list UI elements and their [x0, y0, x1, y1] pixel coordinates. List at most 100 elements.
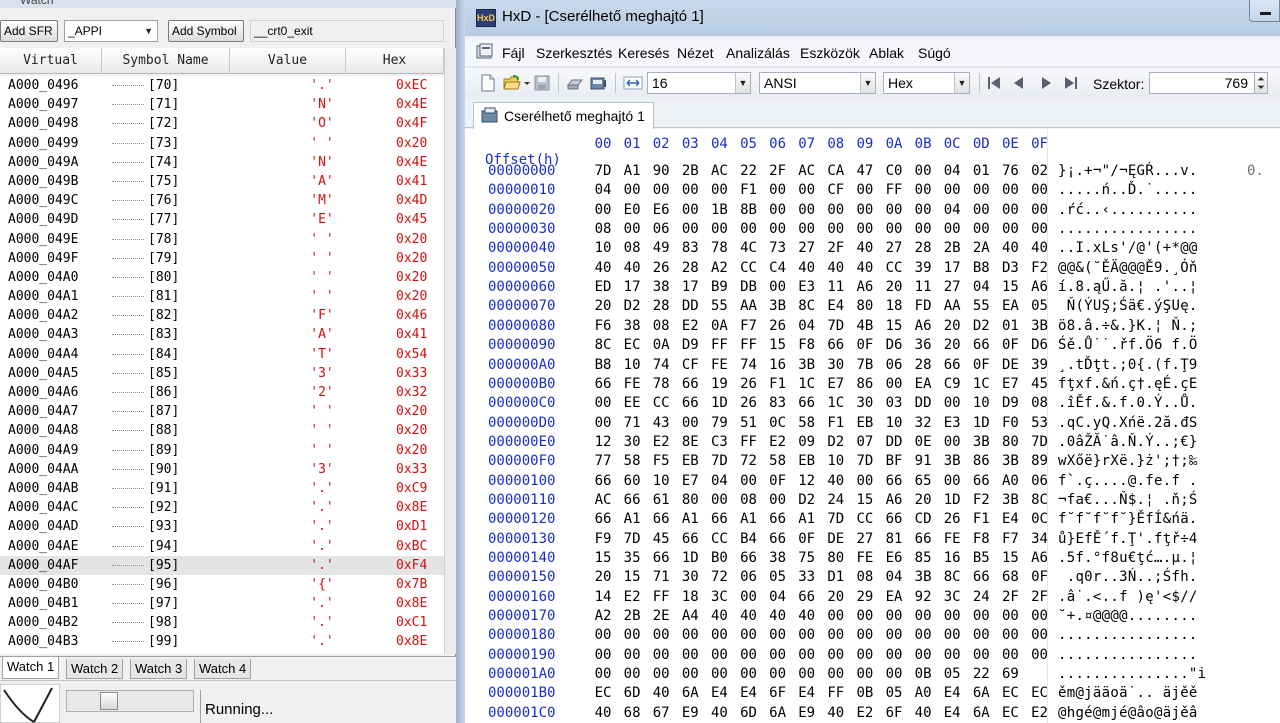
hex-byte[interactable]: 15	[855, 492, 875, 508]
hex-row-text[interactable]: .0âŽĂ˙â.Ň.Ý..;€}	[1058, 434, 1198, 450]
watch-row[interactable]: A000_04A1 [81] ' ' 0x20	[0, 287, 444, 306]
chevron-down-icon[interactable]	[522, 74, 532, 92]
hex-byte[interactable]: E2	[622, 589, 642, 605]
hex-byte[interactable]: CD	[913, 511, 933, 527]
chevron-down-icon[interactable]: ▼	[735, 73, 750, 93]
hex-byte[interactable]: 3B	[942, 453, 962, 469]
hex-byte[interactable]: 91	[913, 453, 933, 469]
watch-row[interactable]: A000_04AA [90] '3' 0x33	[0, 460, 444, 479]
hex-byte[interactable]: 00	[622, 627, 642, 643]
hex-row-text[interactable]: Ň(ÝUŞ;Śä€.ýŞUę.	[1058, 298, 1198, 314]
tab-watch-4[interactable]: Watch 4	[194, 659, 252, 679]
new-file-icon[interactable]	[479, 74, 497, 92]
hex-byte[interactable]: 17	[680, 279, 700, 295]
hex-byte[interactable]: CC	[855, 511, 875, 527]
hex-byte[interactable]: 0C	[768, 415, 788, 431]
hex-byte[interactable]: 00	[680, 647, 700, 663]
hex-byte[interactable]: 77	[593, 453, 613, 469]
hex-byte[interactable]: F1	[768, 376, 788, 392]
hex-byte[interactable]: 00	[768, 182, 788, 198]
hex-byte[interactable]: 73	[768, 240, 788, 256]
hex-byte[interactable]: 00	[1030, 647, 1050, 663]
watch-row[interactable]: A000_04B1 [97] '.' 0x8E	[0, 594, 444, 613]
last-sector-icon[interactable]	[1062, 74, 1080, 92]
hex-byte[interactable]: 7B	[855, 357, 875, 373]
chevron-down-icon[interactable]: ▼	[860, 73, 875, 93]
hex-byte[interactable]: 00	[709, 647, 729, 663]
hex-byte[interactable]: 00	[739, 627, 759, 643]
hex-row-text[interactable]: fţxf.&ń.ç†.ęÉ.çE	[1058, 376, 1198, 392]
menu-help[interactable]: Súgó	[918, 45, 951, 61]
symbol-combo[interactable]: __crt0_exit	[250, 20, 444, 42]
previous-sector-icon[interactable]	[1010, 74, 1028, 92]
hex-byte[interactable]: 06	[884, 357, 904, 373]
hex-byte[interactable]: 08	[739, 492, 759, 508]
hex-byte[interactable]: 40	[1030, 240, 1050, 256]
hex-byte[interactable]: 00	[739, 221, 759, 237]
hex-byte[interactable]: F2	[1030, 260, 1050, 276]
hex-byte[interactable]: BF	[884, 453, 904, 469]
hex-row-text[interactable]: ................	[1058, 627, 1198, 643]
hex-byte[interactable]: DD	[884, 434, 904, 450]
hex-byte[interactable]: 10	[884, 415, 904, 431]
hex-byte[interactable]: 00	[739, 589, 759, 605]
hex-byte[interactable]: 03	[884, 395, 904, 411]
hex-byte[interactable]: 66	[913, 531, 933, 547]
hex-byte[interactable]: 00	[913, 202, 933, 218]
hex-byte[interactable]: C3	[709, 434, 729, 450]
hex-row-text[interactable]: ..............."i	[1058, 666, 1206, 682]
hex-byte[interactable]: 43	[651, 415, 671, 431]
hex-byte[interactable]: EC	[1030, 685, 1050, 701]
hex-byte[interactable]: E7	[1000, 376, 1020, 392]
first-sector-icon[interactable]	[985, 74, 1003, 92]
hex-byte[interactable]: EA	[1000, 298, 1020, 314]
hex-byte[interactable]: FE	[942, 531, 962, 547]
hex-byte[interactable]: E7	[826, 376, 846, 392]
hex-byte[interactable]: 04	[709, 473, 729, 489]
hex-byte[interactable]: 69	[1000, 666, 1020, 682]
hex-byte[interactable]: 00	[884, 647, 904, 663]
hex-byte[interactable]: 40	[768, 608, 788, 624]
hex-byte[interactable]: 66	[971, 337, 991, 353]
watch-row[interactable]: A000_04A9 [89] ' ' 0x20	[0, 441, 444, 460]
hex-byte[interactable]: D6	[1030, 337, 1050, 353]
hex-byte[interactable]: 39	[913, 260, 933, 276]
hex-byte[interactable]: 15	[622, 569, 642, 585]
hex-byte[interactable]: B8	[593, 357, 613, 373]
add-symbol-button[interactable]: Add Symbol	[168, 20, 244, 42]
hex-byte[interactable]: FF	[826, 685, 846, 701]
hex-byte[interactable]: 3B	[1000, 453, 1020, 469]
hex-byte[interactable]: 20	[593, 298, 613, 314]
hex-byte[interactable]: 00	[884, 627, 904, 643]
hex-byte[interactable]: 60	[622, 473, 642, 489]
hex-byte[interactable]: 00	[1000, 647, 1020, 663]
hex-byte[interactable]: A1	[797, 511, 817, 527]
hex-byte[interactable]: F9	[593, 531, 613, 547]
hex-byte[interactable]: 01	[1000, 318, 1020, 334]
hex-byte[interactable]: 40	[593, 260, 613, 276]
hex-byte[interactable]: 81	[884, 531, 904, 547]
hex-byte[interactable]: 10	[593, 240, 613, 256]
hex-byte[interactable]: A1	[680, 511, 700, 527]
hex-byte[interactable]: 80	[680, 492, 700, 508]
watch-row[interactable]: A000_04A2 [82] 'F' 0x46	[0, 306, 444, 325]
hex-byte[interactable]: EA	[884, 589, 904, 605]
hex-byte[interactable]: EB	[855, 415, 875, 431]
hex-byte[interactable]: 45	[1030, 376, 1050, 392]
hex-byte[interactable]: FE	[855, 550, 875, 566]
hex-row-text[interactable]: }¡.+¬"/¬ĘGŔ...v.	[1058, 163, 1198, 179]
hex-byte[interactable]: 66	[768, 511, 788, 527]
hex-byte[interactable]: 00	[680, 415, 700, 431]
hex-byte[interactable]: AC	[797, 163, 817, 179]
hex-byte[interactable]: F6	[593, 318, 613, 334]
hex-byte[interactable]: 61	[651, 492, 671, 508]
hex-byte[interactable]: 00	[913, 221, 933, 237]
hex-byte[interactable]: 66	[768, 531, 788, 547]
hex-byte[interactable]: 04	[942, 163, 962, 179]
hex-byte[interactable]: E7	[680, 473, 700, 489]
hex-byte[interactable]: 00	[768, 492, 788, 508]
hex-byte[interactable]: 76	[1000, 163, 1020, 179]
hex-byte[interactable]: 66	[797, 589, 817, 605]
hex-byte[interactable]: 66	[680, 531, 700, 547]
hex-byte[interactable]: 00	[651, 182, 671, 198]
